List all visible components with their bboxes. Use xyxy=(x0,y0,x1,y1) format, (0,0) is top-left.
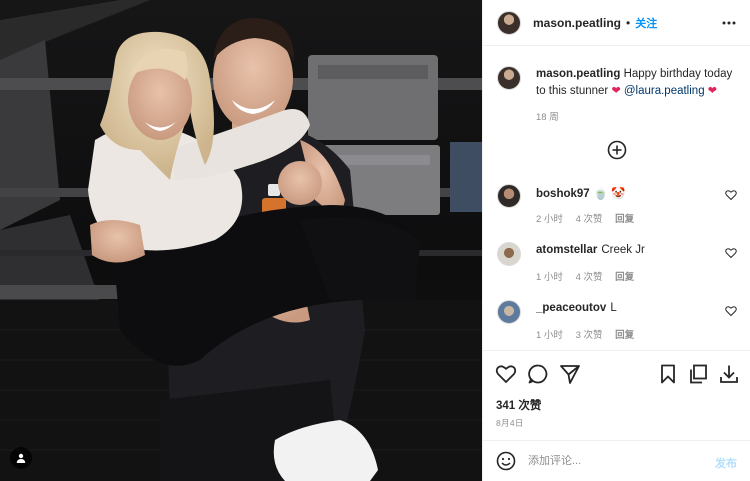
post-comment-button[interactable]: 发布 xyxy=(715,455,737,471)
caption-text: mason.peatling Happy birthday today to t… xyxy=(536,66,742,100)
heart-icon[interactable] xyxy=(725,305,737,317)
comment-username[interactable]: atomstellar xyxy=(536,244,597,256)
couple-photo: Ba xyxy=(0,0,482,481)
send-icon[interactable] xyxy=(559,363,581,385)
post-caption: mason.peatling Happy birthday today to t… xyxy=(497,66,742,100)
comment-username[interactable]: _peaceoutov xyxy=(536,302,606,314)
copy-icon[interactable] xyxy=(687,363,709,385)
caption-username[interactable]: mason.peatling xyxy=(536,68,620,80)
post-date: 8月4日 xyxy=(496,418,524,428)
comment-text: _peaceoutov L xyxy=(536,302,617,314)
reply-button[interactable]: 回复 xyxy=(615,330,634,341)
caption-avatar[interactable] xyxy=(497,66,521,90)
comment-meta: 2 小时 4 次赞 回复 xyxy=(536,211,644,225)
heart-icon[interactable] xyxy=(495,363,517,385)
comment-likes[interactable]: 4 次赞 xyxy=(576,214,603,225)
comment-time: 1 小时 xyxy=(536,330,563,341)
reply-button[interactable]: 回复 xyxy=(615,272,634,283)
comment-icon[interactable] xyxy=(527,363,549,385)
user-tag-icon xyxy=(16,453,26,463)
comment-time: 2 小时 xyxy=(536,214,563,225)
caption-mention[interactable]: @laura.peatling xyxy=(624,85,705,97)
tag-people-button[interactable] xyxy=(10,447,32,469)
post-side-panel: mason.peatling • 关注 mason.peatling Happy… xyxy=(482,0,750,481)
comment-meta: 1 小时 3 次赞 回复 xyxy=(536,327,644,341)
comment-meta: 1 小时 4 次赞 回复 xyxy=(536,269,644,283)
header-separator: • xyxy=(626,15,631,30)
commenter-avatar[interactable] xyxy=(497,242,521,266)
author-avatar[interactable] xyxy=(497,10,521,35)
heart-emoji: ❤ xyxy=(707,85,718,97)
download-icon[interactable] xyxy=(718,363,740,385)
plus-circle-icon[interactable] xyxy=(607,140,627,160)
commenter-avatar[interactable] xyxy=(497,184,521,208)
heart-emoji: ❤ xyxy=(611,85,621,97)
caption-timestamp: 18 周 xyxy=(536,112,559,123)
reply-button[interactable]: 回复 xyxy=(615,214,634,225)
comment-time: 1 小时 xyxy=(536,272,563,283)
comment-body: L xyxy=(610,302,617,314)
author-username[interactable]: mason.peatling xyxy=(533,16,621,30)
comment-likes[interactable]: 4 次赞 xyxy=(576,272,603,283)
comment-input[interactable] xyxy=(528,455,698,467)
comment-text: boshok97 🍵 🤡 xyxy=(536,186,626,200)
likes-count[interactable]: 341 次赞 xyxy=(496,397,541,413)
follow-button[interactable]: 关注 xyxy=(635,15,657,31)
more-horizontal-icon[interactable] xyxy=(721,15,737,31)
commenter-avatar[interactable] xyxy=(497,300,521,324)
post-header: mason.peatling • 关注 xyxy=(483,0,750,46)
comment-text: atomstellar Creek Jr xyxy=(536,244,645,256)
add-comment-bar: 发布 xyxy=(483,440,750,481)
comment-body: Creek Jr xyxy=(601,244,645,256)
heart-icon[interactable] xyxy=(725,189,737,201)
comment-likes[interactable]: 3 次赞 xyxy=(576,330,603,341)
comment-body: 🍵 🤡 xyxy=(593,188,626,200)
bookmark-icon[interactable] xyxy=(657,363,679,385)
post-photo[interactable]: Ba xyxy=(0,0,482,481)
emoji-icon[interactable] xyxy=(496,451,516,471)
heart-icon[interactable] xyxy=(725,247,737,259)
comment-username[interactable]: boshok97 xyxy=(536,188,590,200)
post-actions: 341 次赞 8月4日 xyxy=(483,350,750,442)
